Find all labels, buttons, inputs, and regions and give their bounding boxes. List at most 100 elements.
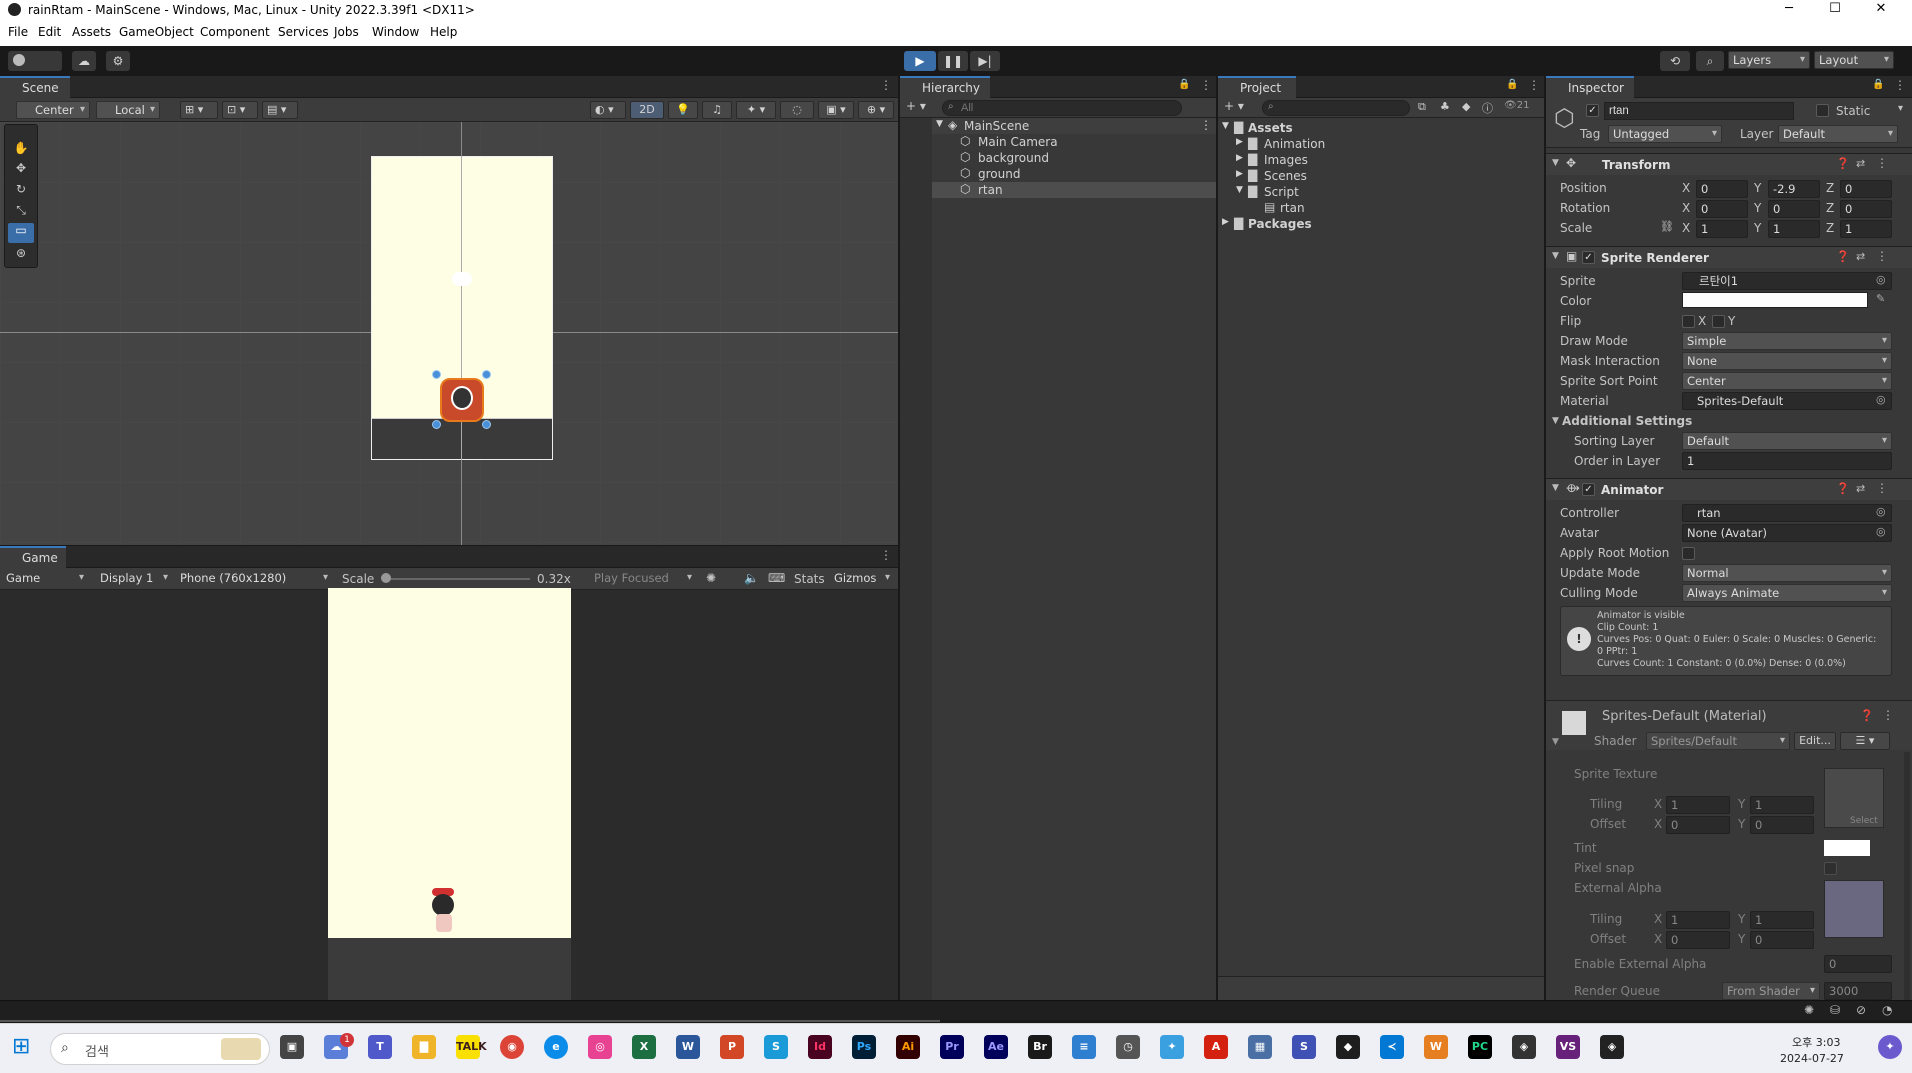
maximize-button[interactable]: ☐ xyxy=(1812,0,1858,20)
word-icon[interactable]: W xyxy=(676,1035,700,1059)
stats-button[interactable]: Stats xyxy=(794,572,825,586)
more-menu-icon[interactable]: ⋮ xyxy=(1528,78,1540,92)
object-picker-icon[interactable]: ◎ xyxy=(1876,393,1886,406)
more-menu-icon[interactable]: ⋮ xyxy=(1876,249,1888,263)
history-button[interactable]: ⟲ xyxy=(1660,51,1690,71)
object-picker-icon[interactable]: ◎ xyxy=(1876,505,1886,518)
figma-icon[interactable]: ◆ xyxy=(1336,1035,1360,1059)
visual-studio-icon[interactable]: VS xyxy=(1556,1035,1580,1059)
apply-root-motion-checkbox[interactable] xyxy=(1682,547,1695,560)
mask-interaction-dropdown[interactable]: None xyxy=(1682,352,1892,370)
constrain-proportions-icon[interactable]: ⛓ xyxy=(1660,220,1674,233)
menu-services[interactable]: Services xyxy=(278,25,329,39)
display-dropdown[interactable]: Display 1 xyxy=(96,570,172,588)
debug-icon[interactable]: ✺ xyxy=(1804,1003,1814,1017)
material-field[interactable]: Sprites-Default xyxy=(1682,392,1892,410)
mode-2d-button[interactable]: 2D xyxy=(630,101,664,119)
tiling-y-field[interactable]: 1 xyxy=(1750,796,1814,814)
more-menu-icon[interactable]: ⋮ xyxy=(880,78,892,92)
foldout-arrow-icon[interactable]: ▼ xyxy=(1552,416,1559,426)
hand-tool-icon[interactable]: ✋ xyxy=(11,141,31,159)
rect-tool-icon[interactable]: ▭ xyxy=(8,223,34,243)
foldout-arrow-icon[interactable]: ▼ xyxy=(1552,158,1559,168)
scale-slider-track[interactable] xyxy=(384,578,530,580)
lock-icon[interactable]: 🔒 xyxy=(1872,79,1884,90)
sorting-layer-dropdown[interactable]: Default xyxy=(1682,432,1892,450)
tiling-x-field[interactable]: 1 xyxy=(1666,796,1730,814)
lock-icon[interactable]: 🔒 xyxy=(1178,79,1190,90)
foldout-arrow-icon[interactable]: ▼ xyxy=(1552,483,1559,493)
bridge-icon[interactable]: Br xyxy=(1028,1035,1052,1059)
more-menu-icon[interactable]: ⋮ xyxy=(1876,481,1888,495)
minimize-button[interactable]: ─ xyxy=(1766,0,1812,20)
scale-x-field[interactable]: 1 xyxy=(1696,220,1748,238)
menu-help[interactable]: Help xyxy=(430,25,457,39)
photos-icon[interactable]: ◎ xyxy=(588,1035,612,1059)
offset-y-field[interactable]: 0 xyxy=(1750,816,1814,834)
tree-row-assets[interactable]: ▼ ▇ Assets xyxy=(1218,120,1544,136)
shader-menu-button[interactable]: ☰ ▾ xyxy=(1840,732,1890,750)
clock-icon[interactable]: ◷ xyxy=(1116,1035,1140,1059)
preset-icon[interactable]: ⇄ xyxy=(1856,482,1865,495)
layers-dropdown[interactable]: Layers xyxy=(1728,51,1810,69)
file-explorer-icon[interactable]: ▇ xyxy=(412,1035,436,1059)
alpha-tiling-x-field[interactable]: 1 xyxy=(1666,911,1730,929)
menu-window[interactable]: Window xyxy=(372,25,419,39)
network-tool-icon[interactable]: ✦ xyxy=(1160,1035,1184,1059)
layout-dropdown[interactable]: Layout xyxy=(1814,51,1894,69)
play-button[interactable]: ▶ xyxy=(904,51,936,71)
scene-viewport[interactable] xyxy=(0,122,898,545)
tag-dropdown[interactable]: Untagged xyxy=(1608,125,1722,143)
keyboard-icon[interactable]: ⌨ xyxy=(768,571,785,585)
taskbar-search-box[interactable]: ⌕ 검색 xyxy=(50,1033,270,1065)
grid-snap-button[interactable]: ⊞ ▾ xyxy=(180,101,218,119)
illustrator-icon[interactable]: Ai xyxy=(896,1035,920,1059)
hierarchy-search-input[interactable] xyxy=(942,100,1182,116)
foldout-arrow-icon[interactable]: ▼ xyxy=(1552,737,1559,747)
list-item[interactable]: ⬡ background xyxy=(900,150,1216,166)
sprite-renderer-header[interactable]: ▼ ▣ ✓ Sprite Renderer ❓ ⇄ ⋮ xyxy=(1546,246,1912,268)
cache-icon[interactable]: ⛁ xyxy=(1830,1003,1840,1017)
tree-row-script[interactable]: ▤ rtan xyxy=(1218,200,1544,216)
vscode-icon[interactable]: ≺ xyxy=(1380,1035,1404,1059)
powerpoint-icon[interactable]: P xyxy=(720,1035,744,1059)
gizmos-toggle-button[interactable]: ⊕ ▾ xyxy=(858,101,894,119)
shader-edit-button[interactable]: Edit... xyxy=(1794,732,1836,750)
menu-file[interactable]: File xyxy=(8,25,28,39)
bug-icon[interactable]: ✺ xyxy=(706,571,716,585)
search-button[interactable]: ⌕ xyxy=(1696,51,1724,71)
help-icon[interactable]: ❓ xyxy=(1836,250,1850,263)
premiere-icon[interactable]: Pr xyxy=(940,1035,964,1059)
menu-gameobject[interactable]: GameObject xyxy=(119,25,194,39)
rect-handle-br[interactable] xyxy=(482,420,491,429)
controller-field[interactable]: rtan xyxy=(1682,504,1892,522)
sprite-field[interactable]: 르탄이1 xyxy=(1682,272,1892,290)
tab-project[interactable]: Project xyxy=(1218,76,1296,98)
tree-row-packages[interactable]: ▶ ▇ Packages xyxy=(1218,216,1544,232)
static-dropdown-arrow[interactable]: ▾ xyxy=(1898,103,1903,114)
pivot-dropdown[interactable]: Center xyxy=(16,101,90,119)
menu-assets[interactable]: Assets xyxy=(72,25,111,39)
active-checkbox[interactable]: ✓ xyxy=(1586,104,1599,117)
layer-dropdown[interactable]: Default xyxy=(1778,125,1898,143)
rect-handle-bl[interactable] xyxy=(432,420,441,429)
preset-icon[interactable]: ⇄ xyxy=(1856,157,1865,170)
account-button[interactable] xyxy=(8,51,62,71)
tree-row-folder[interactable]: ▶ ▇ Images xyxy=(1218,152,1544,168)
effects-button[interactable]: ✦ ▾ xyxy=(736,101,776,119)
expand-arrow-icon[interactable]: ▶ xyxy=(1236,153,1243,163)
audio-button[interactable]: ♫ xyxy=(702,101,732,119)
order-in-layer-field[interactable]: 1 xyxy=(1682,452,1892,470)
excel-icon[interactable]: X xyxy=(632,1035,656,1059)
indesign-icon[interactable]: Id xyxy=(808,1035,832,1059)
tab-scene[interactable]: Scene xyxy=(0,76,70,98)
increment-snap-button[interactable]: ▤ ▾ xyxy=(262,101,298,119)
step-button[interactable]: ▶| xyxy=(970,51,1000,71)
camera-button[interactable]: ▣ ▾ xyxy=(818,101,854,119)
tree-row-folder[interactable]: ▶ ▇ Animation xyxy=(1218,136,1544,152)
help-icon[interactable]: ❓ xyxy=(1860,709,1874,722)
rotation-x-field[interactable]: 0 xyxy=(1696,200,1748,218)
rotate-tool-icon[interactable]: ↻ xyxy=(11,182,31,200)
view-type-dropdown[interactable]: Game xyxy=(2,570,88,588)
close-button[interactable]: ✕ xyxy=(1858,0,1904,20)
